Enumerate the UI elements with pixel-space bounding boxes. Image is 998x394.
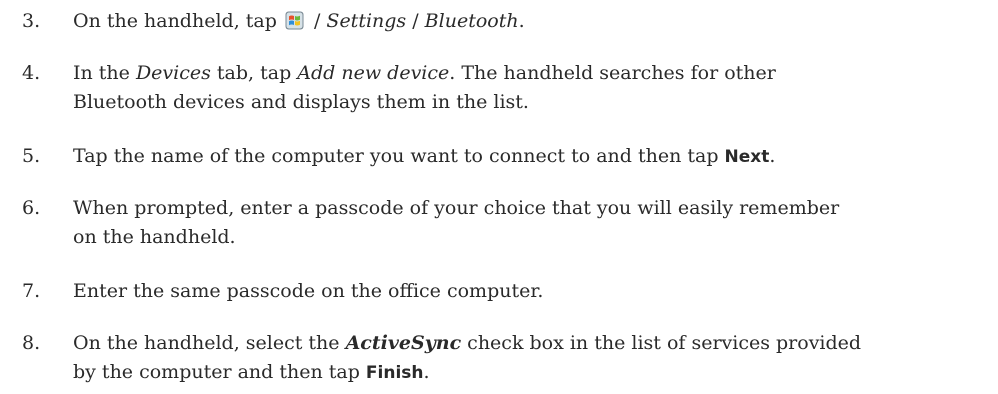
step-line: on the handheld. bbox=[73, 226, 236, 248]
step-line: On the handheld, select the ActiveSync c… bbox=[73, 332, 862, 354]
step-line: In the Devices tab, tap Add new device. … bbox=[73, 62, 776, 84]
step-text: On the handheld, tap / Settings / Blueto… bbox=[73, 7, 993, 36]
next-button-label: Next bbox=[724, 147, 770, 167]
step-line: On the handheld, tap / Settings / Blueto… bbox=[73, 10, 525, 32]
activesync-label: ActiveSync bbox=[345, 332, 462, 354]
step-line: Enter the same passcode on the office co… bbox=[73, 280, 544, 302]
step-text: On the handheld, select the ActiveSync c… bbox=[73, 329, 993, 388]
step-text: Tap the name of the computer you want to… bbox=[73, 142, 993, 172]
step-number: 3. bbox=[22, 10, 41, 32]
finish-button-label: Finish bbox=[365, 363, 424, 383]
step-number: 5. bbox=[22, 145, 41, 167]
step-number: 6. bbox=[22, 197, 41, 219]
windows-start-icon bbox=[285, 11, 304, 30]
step-text: When prompted, enter a passcode of your … bbox=[73, 194, 993, 252]
step-number: 4. bbox=[22, 62, 41, 84]
step-line: Tap the name of the computer you want to… bbox=[73, 145, 776, 167]
step-number: 7. bbox=[22, 280, 41, 302]
step-text: In the Devices tab, tap Add new device. … bbox=[73, 59, 993, 117]
step-line: Bluetooth devices and displays them in t… bbox=[73, 91, 529, 113]
step-number: 8. bbox=[22, 332, 41, 354]
step-line: by the computer and then tap Finish. bbox=[73, 361, 430, 383]
step-text: Enter the same passcode on the office co… bbox=[73, 277, 993, 306]
step-line: When prompted, enter a passcode of your … bbox=[73, 197, 840, 219]
